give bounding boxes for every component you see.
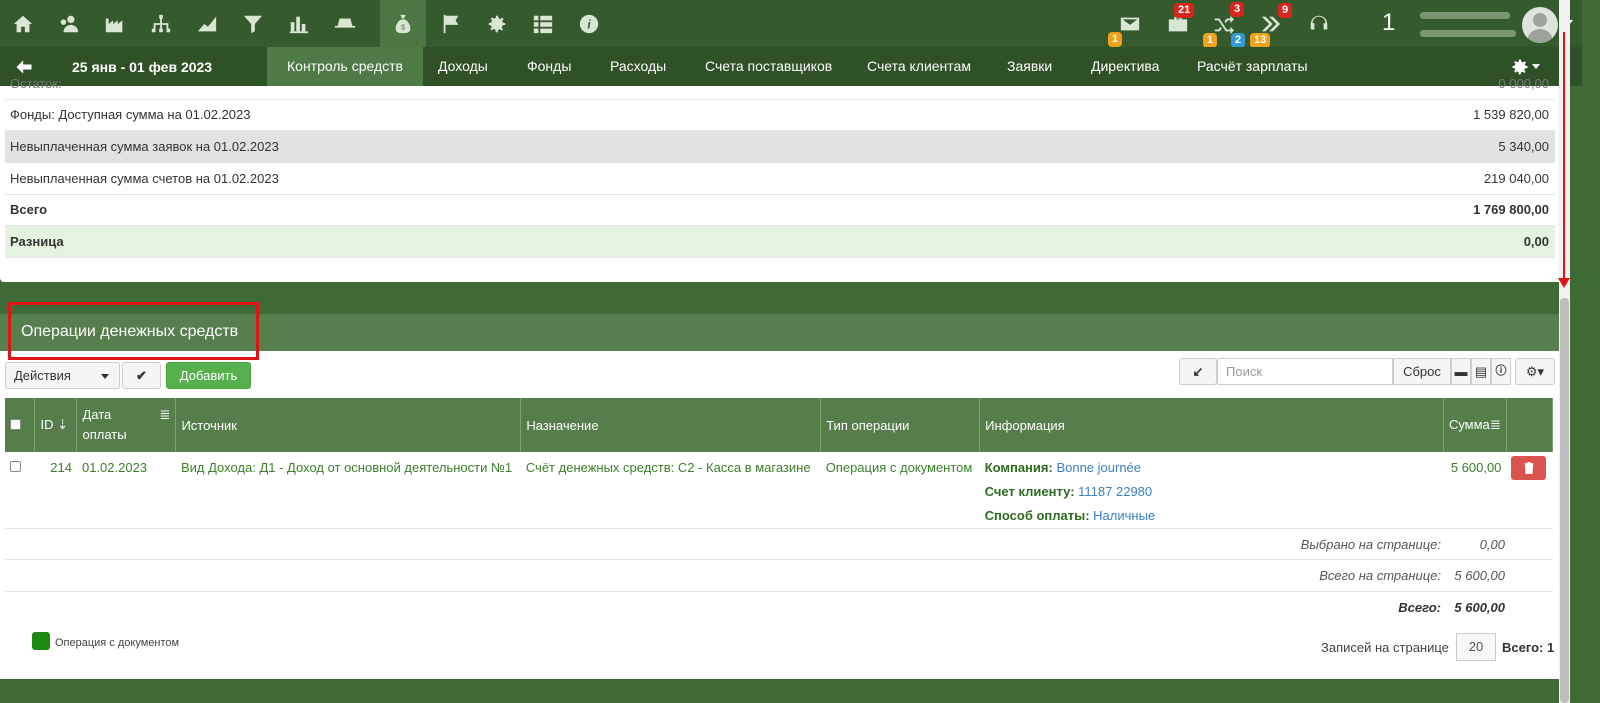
operations-table: ID ⇣ Дата оплаты ≣ Источник Назначение Ти…: [5, 398, 1554, 532]
top-navbar: $ i 1 21 3 1 2 9 13 1: [0, 0, 1582, 48]
row-checkbox[interactable]: [10, 461, 21, 472]
page-size-label: Записей на странице: [1321, 640, 1449, 655]
forward-badge-red: 9: [1278, 3, 1293, 18]
shuffle-badge-red: 3: [1230, 2, 1245, 17]
summary-row-difference: Разница 0,00: [5, 226, 1555, 258]
bar-chart-icon[interactable]: [276, 0, 322, 47]
column-header-type[interactable]: Тип операции: [820, 398, 981, 452]
column-header-info[interactable]: Информация: [979, 398, 1444, 452]
table-row[interactable]: 214 01.02.2023 Вид Дохода: Д1 - Доход от…: [5, 452, 1553, 532]
column-header-id[interactable]: ID ⇣: [34, 398, 78, 452]
info-small-icon[interactable]: ⓘ: [1491, 358, 1511, 385]
shuffle-badge-orange: 1: [1203, 33, 1218, 48]
mail-badge: 1: [1108, 32, 1123, 47]
summary-row-funds: Фонды: Доступная сумма на 01.02.2023 1 53…: [5, 99, 1555, 131]
add-button[interactable]: Добавить: [166, 362, 251, 389]
row-id: 214: [50, 460, 72, 475]
header-select-all[interactable]: [5, 398, 36, 452]
legend-color-swatch: [32, 632, 50, 650]
row-source[interactable]: Вид Дохода: Д1 - Доход от основной деяте…: [176, 452, 521, 532]
filter-icon[interactable]: [230, 0, 276, 47]
scrollbar-thumb[interactable]: [1560, 298, 1569, 703]
row-sum: 5 600,00: [1450, 460, 1502, 475]
print-icon[interactable]: ▬: [1451, 358, 1471, 385]
flag-icon[interactable]: [428, 0, 474, 47]
headset-icon[interactable]: [1296, 0, 1342, 47]
collapse-arrow-button[interactable]: ↙: [1179, 358, 1217, 385]
user-count: 1: [1382, 9, 1396, 36]
confirm-button[interactable]: ✔: [122, 362, 161, 389]
grand-total-row: Всего: 5 600,00: [5, 591, 1553, 623]
scroll-annotation-arrow-icon: [1558, 278, 1570, 288]
row-info: Компания: Bonne journée Счет клиенту: 11…: [984, 460, 1156, 523]
column-header-purpose[interactable]: Назначение: [520, 398, 822, 452]
column-menu-icon[interactable]: ≣: [1490, 417, 1501, 433]
summary-row-unpaid-requests: Невыплаченная сумма заявок на 01.02.2023…: [5, 131, 1555, 163]
tasks-badge: 21: [1174, 3, 1195, 18]
avatar[interactable]: [1522, 7, 1558, 43]
row-date: 01.02.2023: [81, 460, 148, 475]
area-chart-icon[interactable]: [184, 0, 230, 47]
summary-row-balance: Остаток: 0 000,00: [5, 68, 1555, 100]
forward-badge-orange: 13: [1250, 33, 1271, 48]
svg-text:$: $: [401, 22, 405, 31]
money-bag-icon[interactable]: $: [380, 0, 426, 47]
operations-panel: Операции денежных средств Действия ✔ Доб…: [0, 314, 1565, 679]
shuffle-badge-blue: 2: [1231, 33, 1246, 48]
gear-icon[interactable]: [474, 0, 520, 47]
column-header-actions: [1506, 398, 1554, 452]
page-total-row: Всего на странице: 5 600,00: [5, 559, 1553, 591]
org-structure-icon[interactable]: [138, 0, 184, 47]
select-all-checkbox[interactable]: [10, 418, 21, 430]
summary-panel: Остаток: 0 000,00 Фонды: Доступная сумма …: [0, 76, 1565, 282]
summary-row-total: Всего 1 769 800,00: [5, 194, 1555, 226]
legend-label: Операция с документом: [55, 637, 180, 649]
column-header-date[interactable]: Дата оплаты ≣: [76, 398, 177, 452]
factory-icon[interactable]: [92, 0, 138, 47]
arrow-down-left-icon: ↙: [1192, 364, 1204, 379]
contacts-icon[interactable]: [46, 0, 92, 47]
reset-button[interactable]: Сброс: [1393, 358, 1451, 385]
list-icon[interactable]: [520, 0, 566, 47]
scroll-annotation-line: [1563, 32, 1565, 282]
company-link[interactable]: Bonne journée: [1056, 460, 1141, 475]
check-icon: ✔: [136, 368, 147, 383]
row-purpose[interactable]: Счёт денежных средств: С2 - Касса в мага…: [521, 452, 821, 532]
info-icon[interactable]: i: [566, 0, 612, 47]
chevron-down-icon: [101, 374, 109, 379]
user-name-blurred: [1420, 12, 1510, 19]
records-total: Всего: 1: [1502, 640, 1555, 655]
selected-total-row: Выбрано на странице: 0,00: [5, 528, 1553, 560]
column-header-sum[interactable]: Сумма ≣: [1443, 398, 1507, 452]
spy-hat-icon[interactable]: [322, 0, 368, 47]
payment-method-link[interactable]: Наличные: [1093, 508, 1155, 523]
column-menu-icon[interactable]: ≣: [160, 405, 171, 425]
trash-icon: [1524, 462, 1535, 474]
actions-dropdown[interactable]: Действия: [5, 362, 120, 389]
export-icon[interactable]: ▤: [1471, 358, 1491, 385]
row-type: Операция с документом: [825, 460, 973, 475]
column-header-source[interactable]: Источник: [175, 398, 522, 452]
delete-button[interactable]: [1511, 456, 1547, 480]
table-settings-gear-icon[interactable]: ⚙▾: [1515, 358, 1555, 385]
home-icon[interactable]: [0, 0, 46, 47]
invoice-link[interactable]: 11187 22980: [1078, 484, 1152, 499]
sort-desc-icon[interactable]: ⇣: [57, 417, 68, 432]
highlight-annotation-box: [8, 302, 259, 360]
user-role-blurred: [1420, 30, 1516, 37]
page-size-input[interactable]: 20: [1456, 633, 1496, 661]
summary-row-unpaid-invoices: Невыплаченная сумма счетов на 01.02.2023…: [5, 163, 1555, 195]
search-input[interactable]: Поиск: [1217, 358, 1393, 385]
